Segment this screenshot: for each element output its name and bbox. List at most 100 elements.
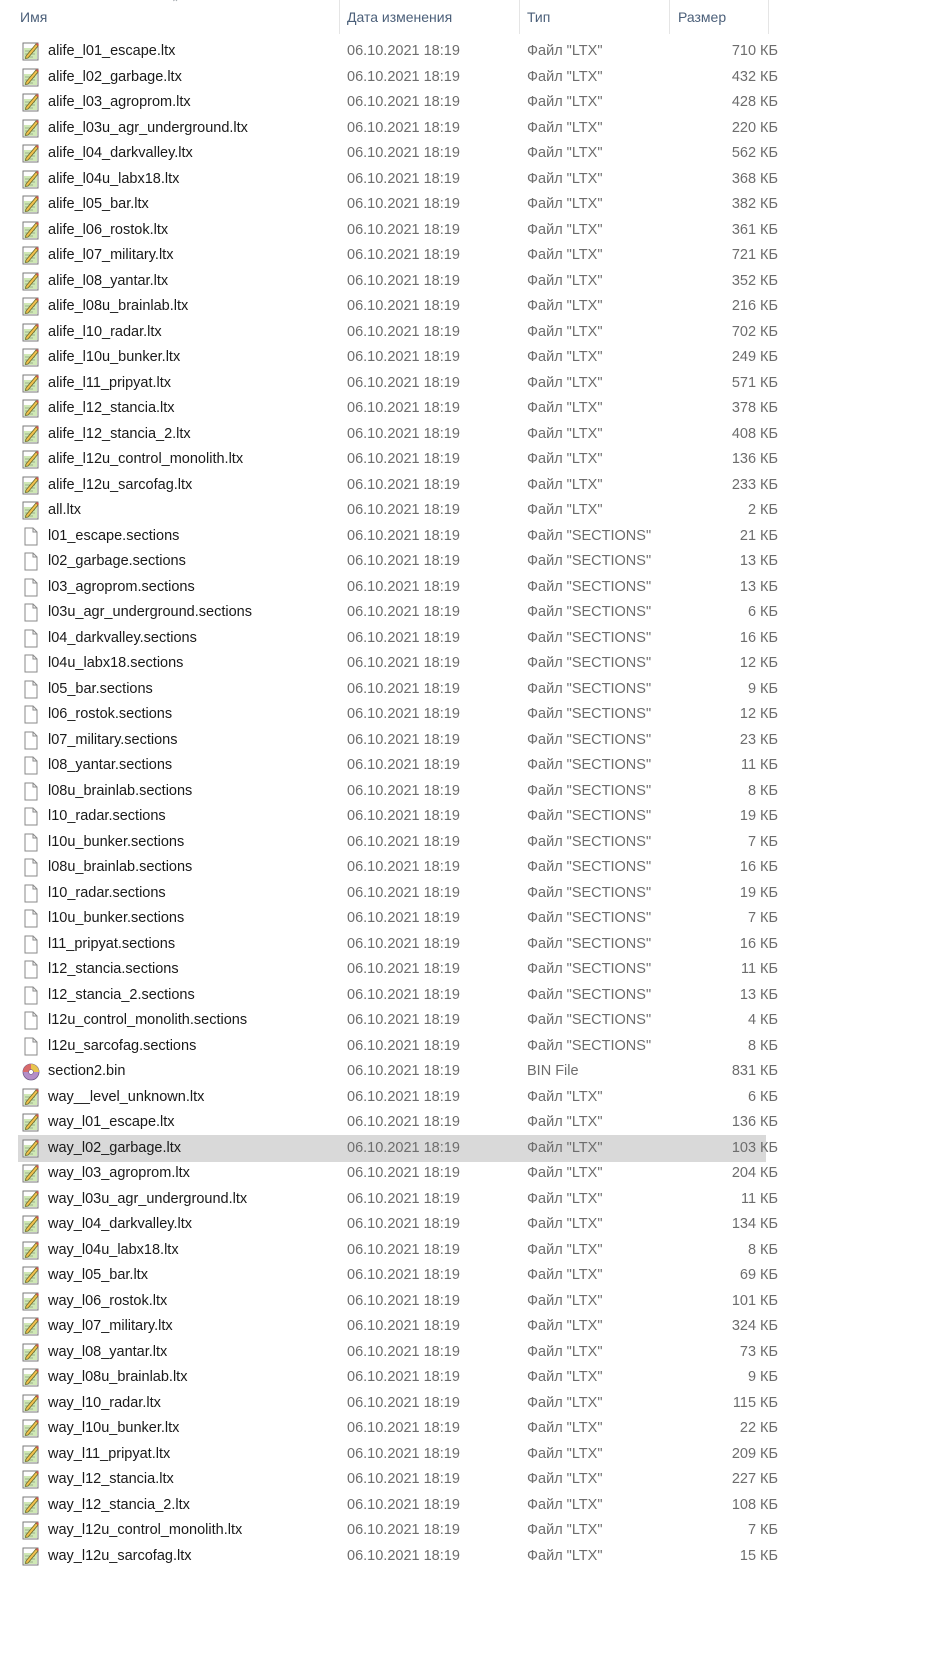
file-size: 382 КБ — [731, 196, 778, 212]
file-size: 115 КБ — [732, 1394, 778, 1411]
file-row[interactable]: way_l01_escape.ltx 06.10.2021 18:19 Файл "… — [18, 1109, 778, 1136]
file-row[interactable]: alife_l04u_labx18.ltx 06.10.2021 18:19 Фай… — [18, 166, 778, 193]
file-row[interactable]: way_l12u_control_monolith.ltx 06.10.2021 … — [18, 1517, 778, 1544]
file-row[interactable]: alife_l05_bar.ltx 06.10.2021 18:19 Файл "L… — [18, 191, 778, 218]
file-name: way_l12u_control_monolith.ltx — [48, 1522, 243, 1538]
file-row[interactable]: l08u_brainlab.sections 06.10.2021 18:19 Фа… — [18, 854, 778, 881]
file-size: 13 КБ — [739, 578, 778, 595]
ltx-file-icon — [22, 1339, 42, 1366]
file-row[interactable]: alife_l12u_control_monolith.ltx 06.10.202… — [18, 446, 778, 473]
file-size: 23 КБ — [739, 731, 778, 748]
file-row[interactable]: way_l10u_bunker.ltx 06.10.2021 18:19 Файл … — [18, 1415, 778, 1442]
file-row[interactable]: alife_l03_agroprom.ltx 06.10.2021 18:19 Фа… — [18, 89, 778, 116]
file-row[interactable]: way_l08u_brainlab.ltx 06.10.2021 18:19 Фай… — [18, 1364, 778, 1391]
file-date: 06.10.2021 18:19 — [347, 833, 460, 850]
file-date: 06.10.2021 18:19 — [347, 986, 460, 1003]
file-row[interactable]: way_l03_agroprom.ltx 06.10.2021 18:19 Файл… — [18, 1160, 778, 1187]
file-row[interactable]: way_l02_garbage.ltx 06.10.2021 18:19 Файл … — [18, 1134, 778, 1162]
file-type: Файл "LTX" — [527, 1547, 603, 1564]
file-name: alife_l03_agroprom.ltx — [48, 94, 191, 110]
file-row[interactable]: alife_l01_escape.ltx 06.10.2021 18:19 Файл… — [18, 38, 778, 65]
file-row[interactable]: l11_pripyat.sections 06.10.2021 18:19 Файл… — [18, 931, 778, 958]
file-row[interactable]: l12_stancia.sections 06.10.2021 18:19 Файл… — [18, 956, 778, 983]
file-row[interactable]: l10u_bunker.sections 06.10.2021 18:19 Файл… — [18, 905, 778, 932]
column-header-name[interactable]: Имя — [0, 0, 340, 34]
file-row[interactable]: l10_radar.sections 06.10.2021 18:19 Файл "… — [18, 880, 778, 907]
file-name: alife_l12_stancia.ltx — [48, 400, 175, 416]
file-row[interactable]: way_l12u_sarcofag.ltx 06.10.2021 18:19 Фай… — [18, 1543, 778, 1570]
file-row[interactable]: way_l06_rostok.ltx 06.10.2021 18:19 Файл "… — [18, 1288, 778, 1315]
file-row[interactable]: alife_l06_rostok.ltx 06.10.2021 18:19 Файл… — [18, 217, 778, 244]
file-row[interactable]: way_l05_bar.ltx 06.10.2021 18:19 Файл "LTX… — [18, 1262, 778, 1289]
file-row[interactable]: alife_l12_stancia.ltx 06.10.2021 18:19 Фай… — [18, 395, 778, 422]
column-header-size[interactable]: Размер — [670, 0, 769, 34]
file-row[interactable]: l12_stancia_2.sections 06.10.2021 18:19 Фа… — [18, 982, 778, 1009]
ltx-file-icon — [22, 191, 42, 218]
file-row[interactable]: way__level_unknown.ltx 06.10.2021 18:19 Фа… — [18, 1084, 778, 1111]
file-row[interactable]: alife_l11_pripyat.ltx 06.10.2021 18:19 Фай… — [18, 370, 778, 397]
file-row[interactable]: alife_l08u_brainlab.ltx 06.10.2021 18:19 Ф… — [18, 293, 778, 320]
blank-file-icon — [22, 982, 42, 1009]
file-name: way_l12_stancia.ltx — [48, 1471, 174, 1487]
file-row[interactable]: l08u_brainlab.sections 06.10.2021 18:19 Фа… — [18, 778, 778, 805]
file-date: 06.10.2021 18:19 — [347, 578, 460, 595]
file-date: 06.10.2021 18:19 — [347, 1394, 460, 1411]
file-row[interactable]: way_l08_yantar.ltx 06.10.2021 18:19 Файл "… — [18, 1339, 778, 1366]
file-row[interactable]: l05_bar.sections 06.10.2021 18:19 Файл "SE… — [18, 676, 778, 703]
file-row[interactable]: way_l10_radar.ltx 06.10.2021 18:19 Файл "L… — [18, 1390, 778, 1417]
file-row[interactable]: way_l03u_agr_underground.ltx 06.10.2021 1… — [18, 1186, 778, 1213]
file-row[interactable]: way_l04u_labx18.ltx 06.10.2021 18:19 Файл … — [18, 1237, 778, 1264]
file-row[interactable]: l03_agroprom.sections 06.10.2021 18:19 Фай… — [18, 574, 778, 601]
file-size: 19 КБ — [739, 884, 778, 901]
file-type: Файл "SECTIONS" — [527, 935, 652, 952]
blank-file-icon — [22, 905, 42, 932]
file-row[interactable]: way_l04_darkvalley.ltx 06.10.2021 18:19 Фа… — [18, 1211, 778, 1238]
file-size: 16 КБ — [739, 859, 778, 875]
file-row[interactable]: way_l11_pripyat.ltx 06.10.2021 18:19 Файл … — [18, 1441, 778, 1468]
file-row[interactable]: way_l07_military.ltx 06.10.2021 18:19 Файл… — [18, 1313, 778, 1340]
file-row[interactable]: l01_escape.sections 06.10.2021 18:19 Файл … — [18, 523, 778, 550]
file-type: Файл "LTX" — [527, 1394, 603, 1411]
file-date: 06.10.2021 18:19 — [347, 553, 460, 569]
column-header-date[interactable]: Дата изменения — [340, 0, 520, 34]
file-row[interactable]: l06_rostok.sections 06.10.2021 18:19 Файл … — [18, 701, 778, 728]
file-name: l06_rostok.sections — [48, 706, 173, 722]
file-row[interactable]: l12u_sarcofag.sections 06.10.2021 18:19 Фа… — [18, 1033, 778, 1060]
file-row[interactable]: section2.bin 06.10.2021 18:19 BIN File 831 … — [18, 1058, 778, 1085]
file-type: Файл "LTX" — [527, 196, 603, 212]
file-row[interactable]: l10u_bunker.sections 06.10.2021 18:19 Файл… — [18, 829, 778, 856]
file-row[interactable]: alife_l10_radar.ltx 06.10.2021 18:19 Файл … — [18, 319, 778, 346]
file-type: BIN File — [527, 1063, 579, 1079]
ltx-file-icon — [22, 421, 42, 448]
file-row[interactable]: l04u_labx18.sections 06.10.2021 18:19 Файл… — [18, 650, 778, 677]
file-type: Файл "LTX" — [527, 170, 603, 187]
file-name: all.ltx — [48, 502, 82, 518]
file-row[interactable]: alife_l04_darkvalley.ltx 06.10.2021 18:19… — [18, 140, 778, 167]
file-row[interactable]: l12u_control_monolith.sections 06.10.2021… — [18, 1007, 778, 1034]
file-size: 571 КБ — [731, 374, 778, 391]
file-row[interactable]: l08_yantar.sections 06.10.2021 18:19 Файл … — [18, 752, 778, 779]
file-row[interactable]: alife_l03u_agr_underground.ltx 06.10.2021… — [18, 115, 778, 142]
file-row[interactable]: l03u_agr_underground.sections 06.10.2021 … — [18, 599, 778, 626]
file-row[interactable]: l07_military.sections 06.10.2021 18:19 Фай… — [18, 727, 778, 754]
file-row[interactable]: alife_l07_military.ltx 06.10.2021 18:19 Фа… — [18, 242, 778, 269]
file-row[interactable]: alife_l02_garbage.ltx 06.10.2021 18:19 Фай… — [18, 64, 778, 91]
file-row[interactable]: l10_radar.sections 06.10.2021 18:19 Файл "… — [18, 803, 778, 830]
file-size: 69 КБ — [739, 1267, 778, 1283]
column-header-type[interactable]: Тип — [520, 0, 670, 34]
file-row[interactable]: alife_l12u_sarcofag.ltx 06.10.2021 18:19 Ф… — [18, 472, 778, 499]
file-row[interactable]: l04_darkvalley.sections 06.10.2021 18:19 Ф… — [18, 625, 778, 652]
blank-file-icon — [22, 752, 42, 779]
file-name: section2.bin — [48, 1063, 126, 1079]
file-name: way_l11_pripyat.ltx — [48, 1445, 171, 1462]
file-row[interactable]: alife_l12_stancia_2.ltx 06.10.2021 18:19 Ф… — [18, 421, 778, 448]
file-row[interactable]: all.ltx 06.10.2021 18:19 Файл "LTX" 2 КБ — [18, 497, 778, 524]
file-row[interactable]: alife_l10u_bunker.ltx 06.10.2021 18:19 Фай… — [18, 344, 778, 371]
file-row[interactable]: way_l12_stancia_2.ltx 06.10.2021 18:19 Фай… — [18, 1492, 778, 1519]
file-date: 06.10.2021 18:19 — [347, 1420, 460, 1436]
file-row[interactable]: l02_garbage.sections 06.10.2021 18:19 Файл… — [18, 548, 778, 575]
file-type: Файл "SECTIONS" — [527, 757, 652, 773]
blank-file-icon — [22, 778, 42, 805]
file-row[interactable]: way_l12_stancia.ltx 06.10.2021 18:19 Файл … — [18, 1466, 778, 1493]
file-row[interactable]: alife_l08_yantar.ltx 06.10.2021 18:19 Файл… — [18, 268, 778, 295]
